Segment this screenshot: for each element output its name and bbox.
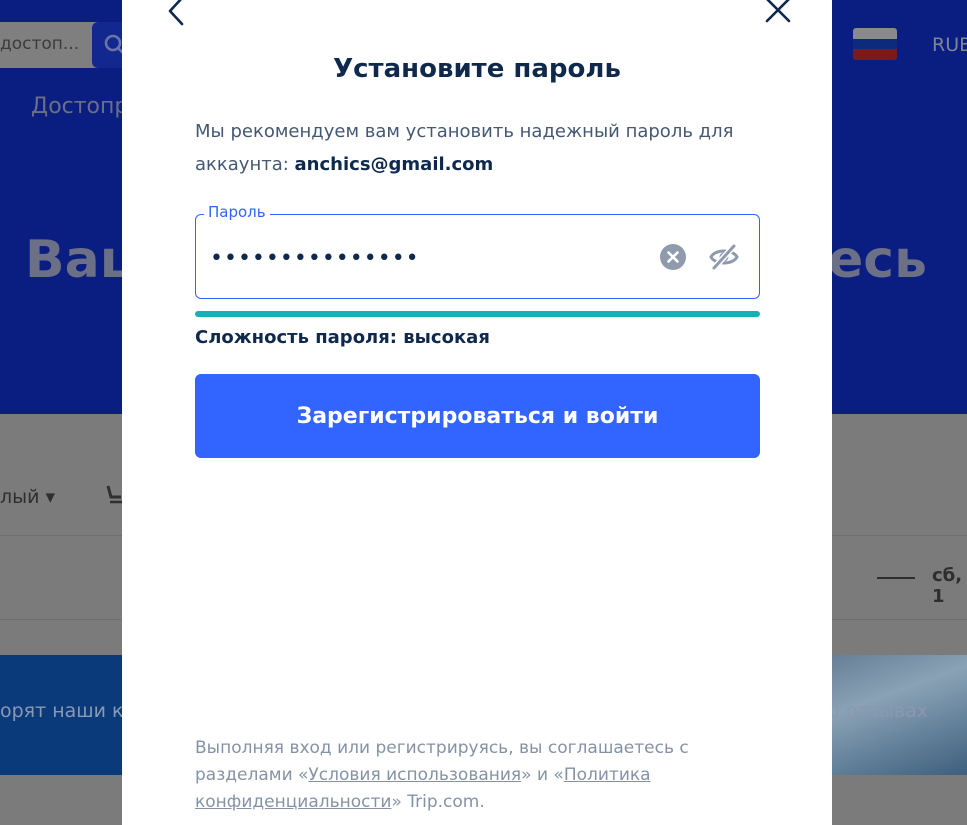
- promo-text-left: орят наши кл: [0, 700, 136, 722]
- password-label: Пароль: [204, 203, 270, 221]
- eye-off-icon: [709, 243, 739, 271]
- terms-of-use-link[interactable]: Условия использования: [308, 765, 521, 785]
- account-email: anchics@gmail.com: [294, 154, 494, 175]
- modal-description: Мы рекомендуем вам установить надежный п…: [195, 115, 755, 181]
- password-input[interactable]: [210, 241, 630, 275]
- close-icon: [765, 0, 791, 23]
- close-button[interactable]: [762, 0, 794, 26]
- toggle-visibility-button[interactable]: [709, 243, 739, 271]
- search-input-text: достоп...: [0, 34, 80, 54]
- register-and-login-button[interactable]: Зарегистрироваться и войти: [195, 374, 760, 458]
- clear-circle-icon: [660, 244, 686, 270]
- language-flag-icon[interactable]: [853, 28, 897, 60]
- promo-text-right: 0 отзывах: [828, 700, 929, 722]
- nav-item-attractions[interactable]: Достопр: [31, 94, 128, 119]
- password-strength-bar: [195, 311, 760, 317]
- back-button[interactable]: [162, 0, 190, 28]
- chevron-left-icon: [168, 0, 184, 26]
- filter-dropdown[interactable]: лый ▾: [0, 486, 55, 508]
- date-text[interactable]: сб, 1: [932, 565, 967, 607]
- password-strength-fill: [195, 311, 760, 317]
- clear-password-button[interactable]: [659, 243, 687, 271]
- set-password-modal: Установите пароль Мы рекомендуем вам уст…: [122, 0, 832, 825]
- modal-title: Установите пароль: [333, 54, 621, 84]
- password-strength-label: Сложность пароля: высокая: [195, 327, 490, 348]
- terms-text: Выполняя вход или регистрируясь, вы согл…: [195, 738, 689, 812]
- password-field[interactable]: Пароль: [195, 203, 760, 299]
- currency-selector[interactable]: RUB: [932, 34, 967, 56]
- date-separator: [877, 577, 915, 579]
